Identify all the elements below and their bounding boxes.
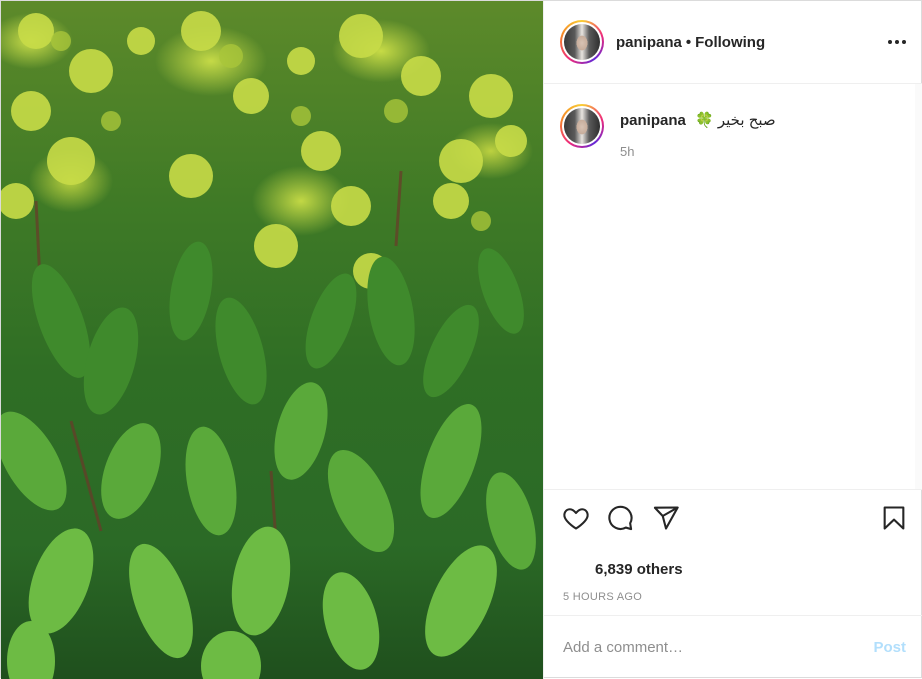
bookmark-icon[interactable] xyxy=(880,504,908,532)
caption-avatar[interactable] xyxy=(560,104,604,148)
comment-icon[interactable] xyxy=(606,504,634,532)
post-header: panipana • Following xyxy=(544,1,922,84)
likes-count[interactable]: 6,839 others xyxy=(595,561,683,578)
caption-text: صبح بخیر 🍀 xyxy=(695,112,776,129)
post-dialog: panipana • Following panipana صبح بخیر 🍀… xyxy=(0,0,922,679)
avatar[interactable] xyxy=(560,20,604,64)
avatar-image xyxy=(564,108,600,144)
header-username[interactable]: panipana xyxy=(616,34,682,51)
avatar-image xyxy=(564,24,600,60)
more-horizontal-icon[interactable] xyxy=(888,33,906,51)
caption-area: panipana صبح بخیر 🍀 5h xyxy=(544,84,922,489)
action-bar xyxy=(544,489,922,545)
header-user-info: panipana • Following xyxy=(616,34,765,51)
plants-image xyxy=(1,11,536,679)
caption-row: panipana صبح بخیر 🍀 5h xyxy=(560,104,908,159)
paper-plane-icon[interactable] xyxy=(652,504,680,532)
post-date[interactable]: 5 HOURS AGO xyxy=(563,591,642,603)
post-photo[interactable] xyxy=(1,1,543,679)
comment-input[interactable] xyxy=(563,639,874,656)
caption-scrollbar[interactable] xyxy=(915,84,922,489)
comment-form: Post xyxy=(544,615,922,679)
heart-icon[interactable] xyxy=(562,504,590,532)
header-separator: • xyxy=(685,33,692,51)
post-comment-button[interactable]: Post xyxy=(873,639,906,656)
caption-username[interactable]: panipana xyxy=(620,112,686,129)
caption-timestamp[interactable]: 5h xyxy=(620,144,776,159)
follow-status-button[interactable]: Following xyxy=(695,34,765,51)
post-sidebar: panipana • Following panipana صبح بخیر 🍀… xyxy=(543,1,922,679)
caption-body: panipana صبح بخیر 🍀 5h xyxy=(620,104,776,159)
